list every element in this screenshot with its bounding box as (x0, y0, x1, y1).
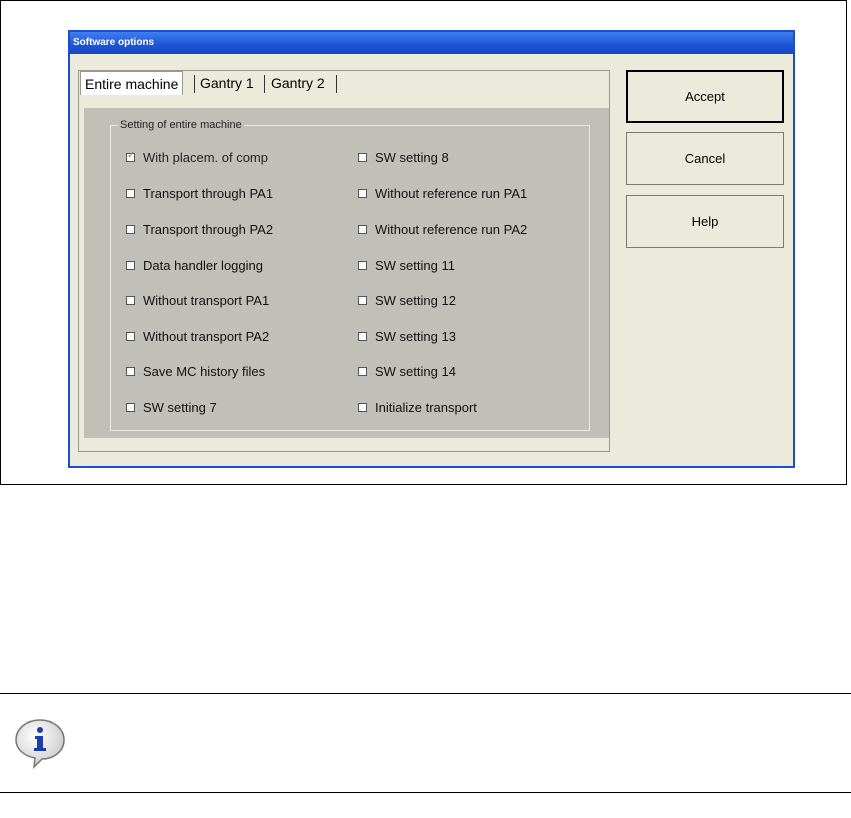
checkbox-box (358, 224, 367, 234)
cancel-button[interactable]: Cancel (626, 132, 784, 185)
checkbox-label: Without reference run PA1 (375, 185, 528, 201)
checkbox-label: SW setting 7 (143, 399, 217, 415)
checkbox-sw-setting-13[interactable]: SW setting 13 (358, 327, 456, 345)
checkbox-label: SW setting 13 (375, 328, 456, 344)
dialog-title: Software options (70, 32, 793, 54)
divider-top (0, 693, 851, 694)
checkbox-transport-pa1[interactable]: Transport through PA1 (126, 184, 273, 202)
checkbox-label: SW setting 11 (375, 257, 455, 273)
checkbox-label: Data handler logging (143, 257, 263, 273)
checkbox-label: Transport through PA2 (143, 221, 274, 237)
checkbox-save-mc-history[interactable]: Save MC history files (126, 362, 265, 380)
checkbox-label: Initialize transport (375, 399, 477, 415)
checkbox-box (358, 402, 367, 412)
tab-gantry-1[interactable]: Gantry 1 (196, 71, 258, 95)
info-icon (12, 716, 68, 770)
checkbox-label: With placem. of comp (143, 149, 268, 165)
checkbox-label: Save MC history files (143, 363, 266, 379)
tab-separator (264, 75, 265, 93)
checkbox-sw-setting-11[interactable]: SW setting 11 (358, 256, 455, 274)
checkbox-box (126, 150, 135, 162)
checkbox-box (126, 366, 135, 376)
tab-gantry-2[interactable]: Gantry 2 (267, 71, 329, 95)
checkbox-box (358, 188, 367, 198)
checkbox-box (126, 260, 135, 270)
group-label: Setting of entire machine (118, 118, 244, 132)
checkbox-label: Without transport PA2 (143, 328, 270, 344)
checkbox-data-handler-logging[interactable]: Data handler logging (126, 256, 263, 274)
checkbox-sw-setting-12[interactable]: SW setting 12 (358, 291, 456, 309)
checkbox-box (358, 366, 367, 376)
checkbox-label: Without reference run PA2 (375, 221, 528, 237)
checkbox-transport-pa2[interactable]: Transport through PA2 (126, 220, 273, 238)
checkbox-sw-setting-7[interactable]: SW setting 7 (126, 398, 217, 416)
checkbox-sw-setting-8[interactable]: SW setting 8 (358, 148, 449, 166)
checkbox-with-placement[interactable]: With placem. of comp (126, 148, 268, 166)
checkbox-box (126, 295, 135, 305)
groupbox-entire-machine (110, 125, 590, 431)
checkbox-box (126, 224, 135, 234)
checkbox-box (126, 331, 135, 341)
checkbox-without-reference-pa1[interactable]: Without reference run PA1 (358, 184, 527, 202)
checkbox-box (126, 402, 135, 412)
checkbox-label: SW setting 12 (375, 292, 456, 308)
checkbox-label: SW setting 14 (375, 363, 456, 379)
checkbox-box (358, 295, 367, 305)
divider-bottom (0, 792, 851, 793)
accept-button[interactable]: Accept (626, 70, 784, 123)
checkbox-initialize-transport[interactable]: Initialize transport (358, 398, 477, 416)
checkbox-without-transport-pa1[interactable]: Without transport PA1 (126, 291, 269, 309)
checkbox-box (126, 188, 135, 198)
checkbox-box (358, 152, 367, 162)
tab-entire-machine[interactable]: Entire machine (80, 71, 184, 95)
tab-separator (194, 75, 195, 93)
tab-separator (336, 75, 337, 93)
checkbox-without-reference-pa2[interactable]: Without reference run PA2 (358, 220, 527, 238)
help-button[interactable]: Help (626, 195, 784, 248)
checkbox-label: SW setting 8 (375, 149, 449, 165)
checkbox-label: Transport through PA1 (143, 185, 274, 201)
checkbox-box (358, 331, 367, 341)
checkbox-without-transport-pa2[interactable]: Without transport PA2 (126, 327, 269, 345)
checkbox-box (358, 260, 367, 270)
checkbox-sw-setting-14[interactable]: SW setting 14 (358, 362, 456, 380)
checkbox-label: Without transport PA1 (143, 292, 270, 308)
